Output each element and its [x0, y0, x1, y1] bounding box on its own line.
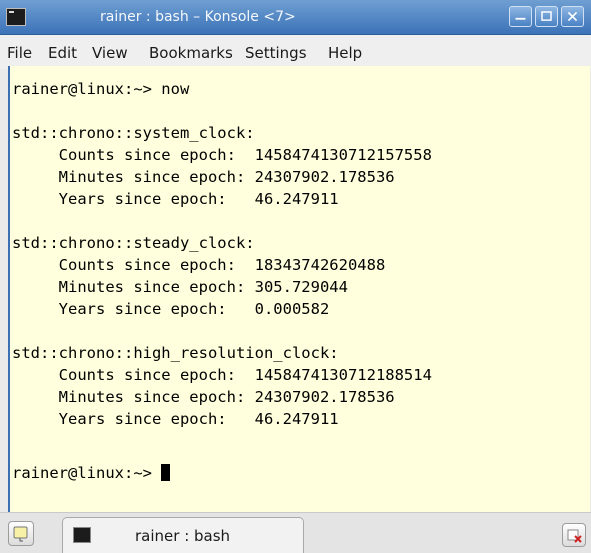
- terminal-line: Minutes since epoch: 305.729044: [12, 278, 348, 296]
- menu-view[interactable]: View: [92, 44, 128, 62]
- terminal-line: Counts since epoch: 1458474130712157558: [12, 146, 432, 164]
- close-tab-button[interactable]: [562, 523, 586, 547]
- menu-bar: File Edit View Bookmarks Settings Help: [0, 35, 591, 69]
- tab-bar: rainer : bash: [0, 512, 591, 553]
- new-tab-button[interactable]: [8, 521, 34, 546]
- prompt-text: rainer@linux:~>: [12, 464, 162, 482]
- tab-label: rainer : bash: [135, 527, 231, 545]
- terminal-icon[interactable]: [6, 8, 26, 26]
- terminal-icon: [73, 527, 91, 543]
- terminal-line: Years since epoch: 46.247911: [12, 190, 339, 208]
- terminal-line: Minutes since epoch: 24307902.178536: [12, 168, 395, 186]
- terminal-line: rainer@linux:~> now: [12, 80, 190, 98]
- menu-bookmarks[interactable]: Bookmarks: [149, 44, 233, 62]
- window-title: rainer : bash – Konsole <7>: [100, 9, 296, 25]
- terminal-line: Years since epoch: 0.000582: [12, 300, 330, 318]
- terminal-line: Counts since epoch: 1458474130712188514: [12, 366, 432, 384]
- terminal-line: Minutes since epoch: 24307902.178536: [12, 388, 395, 406]
- konsole-window: rainer : bash – Konsole <7> File Edit Vi…: [0, 0, 591, 553]
- terminal-output[interactable]: rainer@linux:~> now std::chrono::system_…: [8, 66, 590, 512]
- new-tab-icon: [13, 526, 28, 542]
- maximize-icon: [541, 11, 552, 21]
- menu-file[interactable]: File: [7, 44, 32, 62]
- terminal-line: std::chrono::steady_clock:: [12, 234, 255, 252]
- terminal-prompt-line: rainer@linux:~>: [12, 464, 171, 482]
- close-button[interactable]: [561, 6, 584, 27]
- minimize-button[interactable]: [509, 6, 532, 27]
- terminal-line: Counts since epoch: 18343742620488: [12, 256, 386, 274]
- title-bar[interactable]: rainer : bash – Konsole <7>: [0, 0, 591, 35]
- terminal-line: Years since epoch: 46.247911: [12, 410, 339, 428]
- menu-help[interactable]: Help: [328, 44, 362, 62]
- close-icon: [567, 11, 578, 22]
- tab-rainer-bash[interactable]: rainer : bash: [62, 517, 304, 553]
- close-tab-icon: [567, 529, 582, 543]
- text-cursor: [161, 464, 171, 481]
- menu-settings[interactable]: Settings: [245, 44, 307, 62]
- menu-edit[interactable]: Edit: [48, 44, 77, 62]
- maximize-button[interactable]: [535, 6, 558, 27]
- terminal-line: std::chrono::high_resolution_clock:: [12, 344, 339, 362]
- minimize-icon: [515, 17, 526, 20]
- terminal-line: std::chrono::system_clock:: [12, 124, 255, 142]
